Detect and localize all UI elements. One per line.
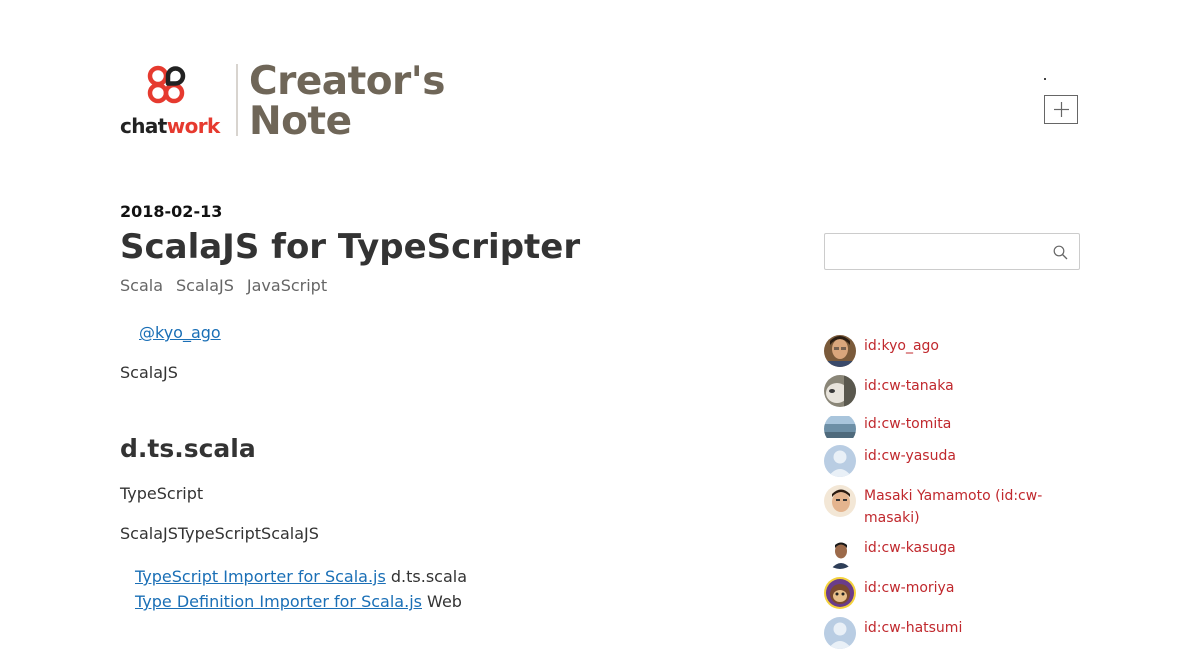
body-paragraph: ScalaJSTypeScriptScalaJS [120, 524, 319, 543]
member-item[interactable]: id:cw-tomita [824, 413, 1074, 445]
tag-link[interactable]: JavaScript [247, 276, 327, 295]
member-link[interactable]: id:cw-kasuga [864, 537, 1074, 559]
post-date[interactable]: 2018-02-13 [120, 202, 740, 222]
sidebar: id:kyo_ago id:cw-tanaka id:cw-tomita id:… [824, 233, 1080, 649]
member-item[interactable]: id:cw-yasuda [824, 445, 1074, 477]
member-link[interactable]: Masaki Yamamoto (id:cw-masaki) [864, 485, 1074, 529]
plus-icon [1054, 102, 1069, 117]
default-avatar-icon [824, 445, 856, 477]
site-header: chatwork Creator's Note [120, 60, 1080, 142]
tag-link[interactable]: ScalaJS [176, 276, 234, 295]
body-paragraph: TypeScript [120, 484, 204, 503]
member-item[interactable]: id:cw-tanaka [824, 375, 1074, 407]
member-item[interactable]: id:kyo_ago [824, 335, 1074, 367]
list-item: TypeScript Importer for Scala.js d.ts.sc… [135, 564, 740, 589]
avatar [824, 485, 856, 517]
default-avatar-icon [824, 617, 856, 649]
member-link[interactable]: id:cw-hatsumi [864, 617, 1074, 639]
list-item-text: d.ts.scala [385, 567, 468, 586]
logo-divider [236, 64, 238, 136]
site-logo[interactable]: chatwork Creator's Note [120, 60, 445, 142]
avatar [824, 335, 856, 367]
section-heading: d.ts.scala [120, 434, 256, 463]
list-item-text: Web [421, 592, 462, 611]
search-icon[interactable] [1053, 245, 1068, 260]
author-link[interactable]: @kyo_ago [139, 323, 221, 342]
type-definition-importer-link[interactable]: Type Definition Importer for Scala.js [135, 592, 422, 611]
blog-title: Creator's Note [249, 59, 445, 144]
header-dot [1044, 78, 1046, 80]
avatar [824, 577, 856, 609]
avatar [824, 375, 856, 407]
member-link[interactable]: id:kyo_ago [864, 335, 1074, 357]
member-item[interactable]: Masaki Yamamoto (id:cw-masaki) [824, 485, 1074, 529]
search-box [824, 233, 1080, 270]
member-item[interactable]: id:cw-moriya [824, 577, 1074, 609]
list-item: Type Definition Importer for Scala.js We… [135, 589, 740, 614]
chatwork-flower-icon [147, 65, 186, 104]
typescript-importer-link[interactable]: TypeScript Importer for Scala.js [135, 567, 386, 586]
intro-paragraph: ScalaJS [120, 363, 178, 382]
member-link[interactable]: id:cw-tomita [864, 413, 1074, 435]
article: 2018-02-13 ScalaJS for TypeScripter Scal… [120, 202, 740, 614]
member-link[interactable]: id:cw-moriya [864, 577, 1074, 599]
post-title[interactable]: ScalaJS for TypeScripter [120, 226, 740, 268]
chatwork-logo: chatwork [120, 60, 226, 138]
chatwork-wordmark: chatwork [120, 114, 220, 138]
post-tags: Scala ScalaJS JavaScript [120, 276, 740, 295]
member-item[interactable]: id:cw-kasuga [824, 537, 1074, 569]
member-link[interactable]: id:cw-tanaka [864, 375, 1074, 397]
search-input[interactable] [833, 240, 1052, 264]
member-item[interactable]: id:cw-hatsumi [824, 617, 1074, 649]
author-line: @kyo_ago [120, 323, 740, 342]
tag-link[interactable]: Scala [120, 276, 163, 295]
link-list: TypeScript Importer for Scala.js d.ts.sc… [120, 564, 740, 614]
menu-toggle-button[interactable] [1044, 95, 1078, 124]
avatar [824, 413, 856, 445]
member-link[interactable]: id:cw-yasuda [864, 445, 1074, 467]
avatar [824, 537, 856, 569]
